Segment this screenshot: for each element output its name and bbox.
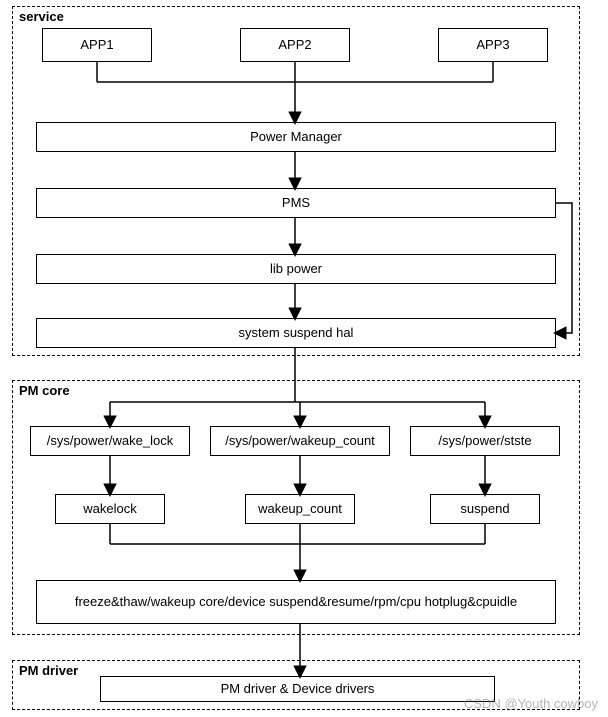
- node-wakelock: wakelock: [55, 494, 165, 524]
- node-system-suspend-hal: system suspend hal: [36, 318, 556, 348]
- node-freeze-etc: freeze&thaw/wakeup core/device suspend&r…: [36, 580, 556, 624]
- node-sys-wake-lock: /sys/power/wake_lock: [30, 426, 190, 456]
- node-app2: APP2: [240, 28, 350, 62]
- group-service-label: service: [17, 9, 66, 24]
- node-power-manager: Power Manager: [36, 122, 556, 152]
- node-wakeup-count: wakeup_count: [245, 494, 355, 524]
- node-pms: PMS: [36, 188, 556, 218]
- node-pm-driver: PM driver & Device drivers: [100, 676, 495, 702]
- node-lib-power: lib power: [36, 254, 556, 284]
- node-sys-wakeup-count: /sys/power/wakeup_count: [210, 426, 390, 456]
- node-app3: APP3: [438, 28, 548, 62]
- node-sys-stste: /sys/power/stste: [410, 426, 560, 456]
- watermark: CSDN @Youth cowboy: [464, 696, 598, 711]
- group-pm-core-label: PM core: [17, 383, 72, 398]
- node-suspend: suspend: [430, 494, 540, 524]
- group-pm-driver-label: PM driver: [17, 663, 80, 678]
- node-app1: APP1: [42, 28, 152, 62]
